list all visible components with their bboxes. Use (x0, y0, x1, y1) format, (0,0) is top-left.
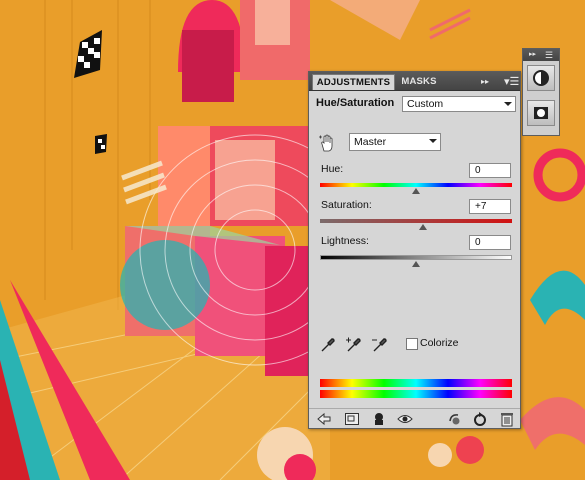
panel-dock-strip: ▸▸ ☰ (522, 48, 560, 136)
expand-dock-icon[interactable]: ▸▸ (529, 49, 536, 61)
channel-value: Master (354, 136, 387, 148)
preset-select[interactable]: Custom (402, 96, 516, 112)
saturation-input[interactable]: +7 (469, 199, 511, 214)
dock-menu-icon[interactable]: ☰ (545, 49, 553, 61)
panel-tab-bar: ADJUSTMENTS MASKS ▸▸ ▾☰ (309, 72, 520, 91)
hand-scrubby-icon[interactable] (318, 133, 338, 153)
clip-layer-icon[interactable] (371, 411, 387, 427)
previous-state-icon[interactable] (447, 411, 463, 427)
dock-header: ▸▸ ☰ (523, 49, 559, 61)
preset-value: Custom (407, 98, 444, 110)
adjustments-panel-button[interactable] (527, 65, 555, 91)
chevron-down-icon (429, 139, 437, 143)
eyedropper-minus-icon[interactable] (371, 336, 389, 354)
masks-panel-icon (534, 107, 548, 119)
chevron-down-icon (504, 102, 512, 106)
hue-input[interactable]: 0 (469, 163, 511, 178)
back-arrow-icon[interactable] (316, 411, 332, 427)
eyedropper-icon[interactable] (319, 336, 337, 354)
adjustments-panel-icon (533, 70, 549, 86)
hue-slider-thumb[interactable] (412, 188, 420, 194)
saturation-slider-track[interactable] (320, 219, 512, 223)
eyedropper-plus-icon[interactable] (345, 336, 363, 354)
lightness-label: Lightness: (321, 235, 369, 247)
saturation-slider-thumb[interactable] (418, 224, 427, 230)
lightness-slider-track[interactable] (320, 255, 512, 260)
masks-panel-button[interactable] (527, 100, 555, 126)
panel-menu-icon[interactable]: ▾☰ (504, 74, 519, 90)
tab-adjustments[interactable]: ADJUSTMENTS (312, 74, 395, 90)
lightness-input[interactable]: 0 (469, 235, 511, 250)
adjustments-panel: ADJUSTMENTS MASKS ▸▸ ▾☰ Hue/Saturation C… (308, 71, 521, 429)
saturation-label: Saturation: (321, 199, 372, 211)
colorize-label: Colorize (420, 337, 459, 349)
hue-label: Hue: (321, 163, 344, 175)
visibility-eye-icon[interactable] (397, 411, 413, 427)
adjustment-title: Hue/Saturation (316, 97, 395, 109)
expand-view-icon[interactable] (344, 411, 360, 427)
channel-select[interactable]: Master (349, 133, 441, 151)
trash-icon[interactable] (499, 411, 515, 427)
hue-slider-track[interactable] (320, 183, 512, 187)
input-color-bar (320, 379, 512, 387)
output-color-bar (320, 390, 512, 398)
collapse-panel-icon[interactable]: ▸▸ (481, 74, 489, 90)
reset-icon[interactable] (472, 411, 488, 427)
lightness-slider-thumb[interactable] (412, 261, 420, 267)
colorize-checkbox[interactable] (406, 338, 418, 350)
panel-bottom-bar (309, 408, 520, 429)
tab-masks[interactable]: MASKS (397, 74, 441, 90)
